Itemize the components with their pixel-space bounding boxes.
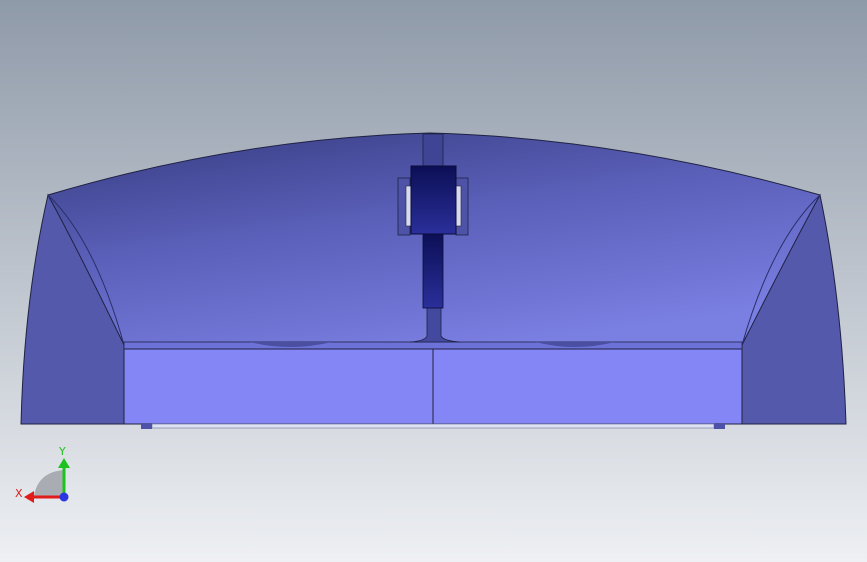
bottom-foot-left [141, 424, 152, 429]
scroll-wheel-stem [422, 233, 444, 309]
bottom-plate [151, 423, 715, 429]
cad-viewport[interactable]: Y X [0, 0, 867, 562]
triad-z-axis-icon [59, 492, 69, 502]
triad-x-label: X [15, 487, 23, 500]
viewport-canvas[interactable]: Y X [0, 0, 867, 562]
scroll-wheel-roller[interactable] [410, 165, 457, 235]
mouse-model[interactable] [20, 132, 847, 429]
center-top-slot [422, 133, 444, 167]
triad-y-label: Y [58, 445, 66, 458]
bottom-foot-right [714, 424, 725, 429]
